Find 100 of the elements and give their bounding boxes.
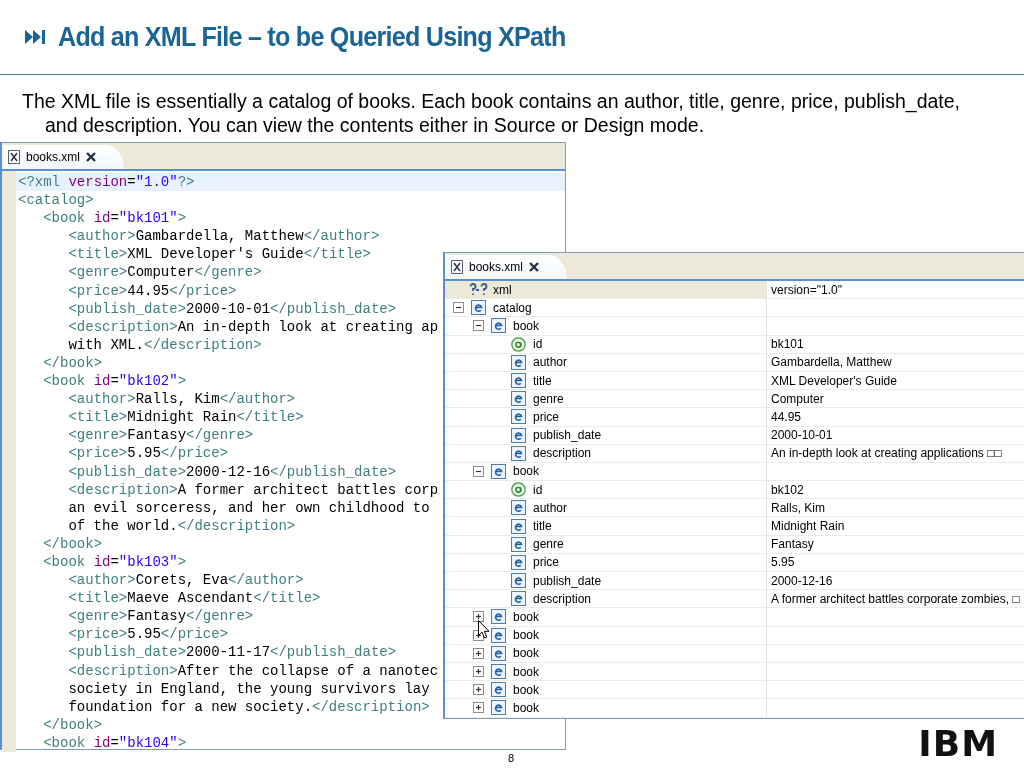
node-value: Gambardella, Matthew (771, 355, 892, 370)
code-line: <title>Maeve Ascendant</title> (67, 589, 321, 608)
code-line: <author>Gambardella, Matthew</author> (67, 227, 380, 246)
node-value: Computer (771, 391, 824, 406)
node-name[interactable]: id (533, 337, 543, 352)
node-value: Midnight Rain (771, 519, 845, 534)
code-line: <publish_date>2000-12-16</publish_date> (67, 462, 397, 481)
node-name[interactable]: book (513, 664, 540, 679)
expand-toggle[interactable] (473, 684, 484, 696)
code-line: <?xml version="1.0"?> (17, 173, 195, 192)
code-line: <publish_date>2000-10-01</publish_date> (67, 299, 397, 318)
code-line: society in England, the young survivors lay (67, 679, 430, 698)
code-line: <catalog> (17, 191, 94, 210)
processing-instruction-icon (469, 283, 488, 297)
element-icon (511, 554, 526, 570)
element-icon (511, 591, 526, 607)
node-name[interactable]: catalog (493, 300, 532, 315)
code-line: </book> (42, 715, 103, 734)
code-line: <genre>Fantasy</genre> (67, 426, 254, 445)
element-icon (511, 573, 526, 589)
skip-forward-icon (24, 29, 46, 45)
node-value: A former architect battles corporate zombies, □ (771, 591, 1020, 606)
node-name[interactable]: author (533, 355, 568, 370)
expand-toggle[interactable] (473, 465, 484, 477)
code-line: foundation for a new society.</description> (67, 697, 430, 716)
close-icon[interactable] (529, 262, 540, 272)
element-icon (511, 354, 526, 370)
expand-toggle[interactable] (473, 320, 484, 332)
element-icon (491, 627, 506, 643)
code-line: <book id="bk103"> (42, 552, 187, 572)
code-line: an evil sorceress, and her own childhood to (67, 498, 430, 517)
node-value: 2000-10-01 (771, 428, 833, 443)
code-line: <description>A former architect battles corp (67, 480, 439, 499)
node-value: bk102 (771, 482, 804, 497)
code-line: <title>XML Developer's Guide</title> (67, 245, 371, 264)
node-name[interactable]: book (513, 609, 540, 624)
expand-toggle[interactable] (473, 647, 484, 659)
code-line: <book id="bk104"> (42, 733, 187, 752)
element-icon (471, 300, 486, 316)
node-value: 2000-12-16 (771, 573, 833, 588)
expand-toggle[interactable] (453, 302, 464, 314)
element-icon (511, 445, 526, 461)
code-line: of the world.</description> (67, 516, 296, 535)
node-name[interactable]: book (513, 682, 540, 697)
slide-title: Add an XML File – to be Queried Using XPath (58, 21, 566, 53)
code-line: </book> (42, 353, 103, 373)
node-name[interactable]: book (513, 646, 540, 661)
node-name[interactable]: genre (533, 391, 564, 406)
node-value: version="1.0" (771, 282, 842, 297)
node-value: Fantasy (771, 537, 814, 552)
close-icon[interactable] (86, 152, 97, 162)
node-name[interactable]: book (513, 464, 540, 479)
node-name[interactable]: description (533, 446, 592, 461)
node-value: 5.95 (771, 555, 795, 570)
node-name[interactable]: xml (493, 282, 512, 297)
editor-tab[interactable]: books.xml (445, 255, 568, 279)
element-icon (491, 645, 506, 661)
code-line: <author>Corets, Eva</author> (67, 571, 304, 590)
element-icon (511, 391, 526, 407)
node-name[interactable]: book (513, 318, 540, 333)
node-value: Ralls, Kim (771, 500, 825, 515)
element-icon (511, 409, 526, 425)
node-name[interactable]: publish_date (533, 573, 602, 588)
code-line: <title>Midnight Rain</title> (67, 408, 304, 427)
node-name[interactable]: book (513, 700, 540, 715)
node-value: 44.95 (771, 409, 802, 424)
node-name[interactable]: description (533, 591, 592, 606)
node-name[interactable]: book (513, 628, 540, 643)
code-line: <publish_date>2000-11-17</publish_date> (67, 643, 397, 662)
node-name[interactable]: price (533, 555, 559, 570)
code-line: with XML.</description> (67, 335, 262, 354)
code-line: </book> (42, 534, 103, 553)
element-icon (511, 536, 526, 552)
company-logo: IBM (918, 724, 998, 764)
node-name[interactable]: price (533, 409, 559, 424)
node-name[interactable]: publish_date (533, 428, 602, 443)
expand-toggle[interactable] (473, 702, 484, 714)
code-line: <book id="bk101"> (42, 209, 187, 228)
code-line: <book id="bk102"> (42, 372, 187, 391)
node-name[interactable]: title (533, 519, 552, 534)
node-name[interactable]: genre (533, 537, 564, 552)
element-icon (491, 700, 506, 716)
xml-file-icon (451, 260, 463, 274)
element-icon (491, 664, 506, 680)
editor-tab[interactable]: books.xml (2, 145, 125, 169)
code-line: <description>An in-depth look at creating ap (67, 317, 439, 336)
expand-toggle[interactable] (473, 611, 484, 623)
element-icon (491, 682, 506, 698)
element-icon (511, 518, 526, 534)
node-name[interactable]: id (533, 482, 543, 497)
element-icon (511, 427, 526, 443)
code-line: <price>5.95</price> (67, 625, 229, 644)
node-value: An in-depth look at creating applications □□ (771, 446, 1002, 461)
node-name[interactable]: title (533, 373, 552, 388)
code-line: <genre>Fantasy</genre> (67, 607, 254, 626)
code-line: <author>Ralls, Kim</author> (67, 390, 296, 409)
node-name[interactable]: author (533, 500, 568, 515)
code-line: <price>44.95</price> (67, 281, 237, 300)
xml-file-icon (8, 150, 20, 164)
expand-toggle[interactable] (473, 666, 484, 678)
